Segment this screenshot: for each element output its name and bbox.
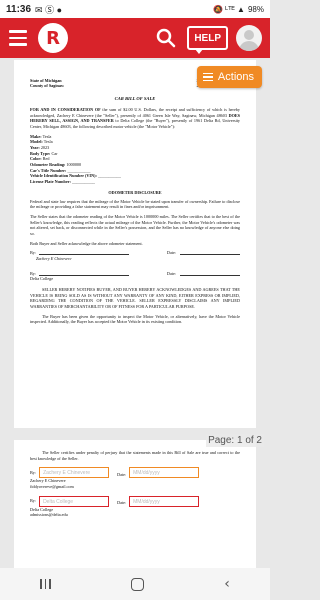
as-is-disclaimer: SELLER HEREBY NOTIFIES BUYER, AND BUYER … xyxy=(30,286,240,309)
odometer-paragraph-2: The Seller states that the odometer read… xyxy=(30,213,240,236)
acknowledgement: Both Buyer and Seller acknowledge the ab… xyxy=(30,240,143,246)
battery-level: 98% xyxy=(247,4,264,14)
seller-date-line xyxy=(180,250,240,256)
buyer-signature-line xyxy=(39,271,130,276)
help-label: HELP xyxy=(194,32,221,44)
signal-icons: 🔕 ᴸᵀᴱ ▲ xyxy=(213,4,245,14)
county-line: County of Saginaw xyxy=(30,83,64,89)
hamburger-menu-icon[interactable] xyxy=(4,18,32,58)
buyer-name: Delta College xyxy=(30,276,54,282)
app-bar: R HELP xyxy=(0,18,270,58)
document-viewer[interactable]: State of Michigan County of Saginaw $2.0… xyxy=(0,58,270,568)
status-right: 🔕 ᴸᵀᴱ ▲ 98% xyxy=(213,5,264,14)
consideration-paragraph: FOR AND IN CONSIDERATION OF the sum of $… xyxy=(30,107,241,130)
system-nav-bar: ‹ xyxy=(0,568,270,600)
odometer-paragraph-1: Federal and state law requires that the … xyxy=(30,198,240,210)
recents-icon[interactable] xyxy=(40,579,51,589)
actions-label: Actions xyxy=(217,71,254,83)
logo-letter: R xyxy=(46,27,60,49)
seller-signature-field[interactable]: Zachery E Chinevere xyxy=(39,467,110,479)
document-page-2: The Seller certifies under penalty of pe… xyxy=(14,440,256,568)
buyer-signature-field[interactable]: Delta College xyxy=(39,495,110,507)
seller-sign-fields: By: Zachery E Chinevere Zachery E Chinev… xyxy=(30,467,240,489)
back-icon[interactable]: ‹ xyxy=(224,576,230,592)
seller-email: fiddyovereve@gmail.com xyxy=(30,484,74,490)
buyer-signature-row: By: Delta College Date: xyxy=(30,271,240,282)
buyer-email: admissions@delta.edu xyxy=(30,512,68,518)
inspection-paragraph: The Buyer has been given the opportunity… xyxy=(30,313,240,325)
document-title: CAR BILL OF SALE xyxy=(114,95,156,101)
buyer-sign-fields: By: Delta College Delta College admissio… xyxy=(30,495,240,518)
certify-paragraph: The Seller certifies under penalty of pe… xyxy=(30,450,240,461)
seller-signature-line xyxy=(39,250,130,256)
status-left: 11:36 ✉ Ⓢ ● xyxy=(6,3,62,16)
actions-menu-icon xyxy=(202,72,213,82)
spec-row: License Plate Number: ___________ xyxy=(30,179,96,185)
buyer-date-field[interactable]: MM/dd/yyyy xyxy=(129,495,200,507)
seller-date-field[interactable]: MM/dd/yyyy xyxy=(129,467,200,479)
document-page-1: State of Michigan County of Saginaw $2.0… xyxy=(14,60,256,428)
seller-name: Zachery E Chinevere xyxy=(36,255,72,261)
avatar[interactable] xyxy=(236,25,262,51)
home-icon[interactable] xyxy=(130,577,144,591)
page-indicator: Page: 1 of 2 xyxy=(206,434,264,447)
actions-button[interactable]: Actions xyxy=(196,66,262,88)
app-logo[interactable]: R xyxy=(38,23,68,53)
status-bar: 11:36 ✉ Ⓢ ● 🔕 ᴸᵀᴱ ▲ 98% xyxy=(0,0,270,18)
seller-signature-row: By: Zachery E Chinevere Date: xyxy=(30,250,240,261)
buyer-date-line xyxy=(180,271,240,276)
notification-icons: ✉ Ⓢ ● xyxy=(35,4,63,15)
status-time: 11:36 xyxy=(6,3,32,15)
vehicle-specs: Make: Tesla Model: Tesla Year: 2023 Body… xyxy=(30,134,240,185)
help-button[interactable]: HELP xyxy=(187,26,228,54)
search-icon[interactable] xyxy=(151,23,181,53)
odometer-title: ODOMETER DISCLOSURE xyxy=(108,189,162,195)
